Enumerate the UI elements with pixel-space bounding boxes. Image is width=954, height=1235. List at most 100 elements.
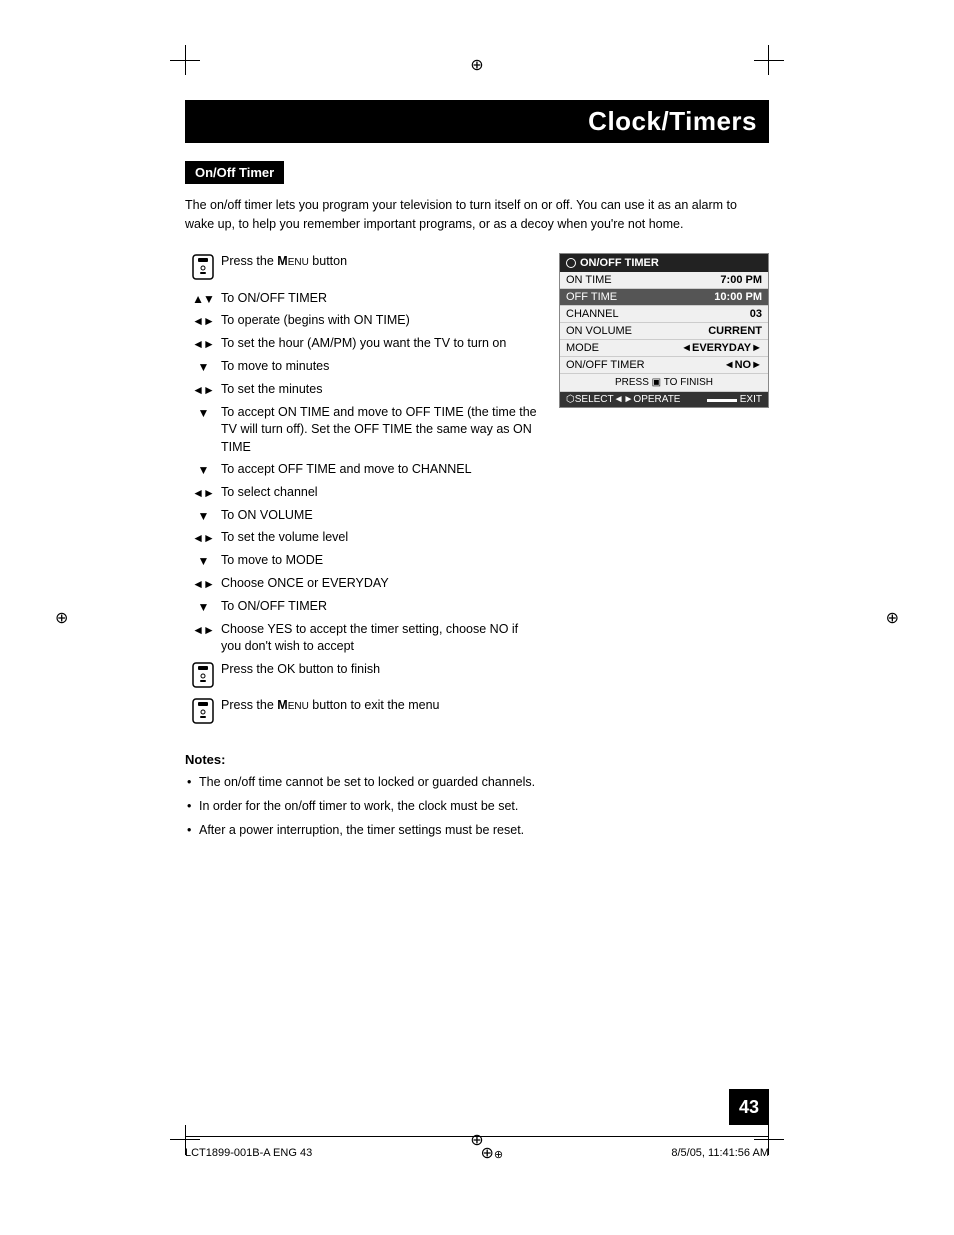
notes-title: Notes: [185,752,769,767]
instruction-text-16: Press the MENU button to exit the menu [221,697,539,715]
instruction-text-12: Choose ONCE or EVERYDAY [221,575,539,593]
down-arrow-icon: ▼ [198,360,209,374]
reg-mark-top [470,55,483,75]
instruction-text-13: To ON/OFF TIMER [221,598,539,616]
down-arrow-icon: ▼ [198,600,209,614]
menu-value-0: 7:00 PM [720,274,762,286]
icon-remote-0 [185,253,221,285]
reg-mark-right [886,608,899,628]
menu-row-4: MODE ◄EVERYDAY► [560,340,768,357]
instruction-row-6: ▼ To accept ON TIME and move to OFF TIME… [185,404,539,457]
icon-leftright-8: ◄► [185,484,221,502]
reg-mark-left [55,608,68,628]
page-number: 43 [729,1089,769,1125]
instruction-row-13: ▼ To ON/OFF TIMER [185,598,539,616]
menu-label-1: OFF TIME [566,291,617,303]
instruction-row-5: ◄► To set the minutes [185,381,539,399]
instruction-row-15: Press the OK button to finish [185,661,539,693]
instruction-text-6: To accept ON TIME and move to OFF TIME (… [221,404,539,457]
menu-row-2: CHANNEL 03 [560,306,768,323]
page-number-text: 43 [739,1097,759,1118]
instruction-text-0: Press the MENU button [221,253,539,271]
menu-value-1: 10:00 PM [714,291,762,303]
menu-circle-icon [566,258,576,268]
menu-label-2: CHANNEL [566,308,619,320]
menu-label-5: ON/OFF TIMER [566,359,645,371]
crop-mark [185,45,186,75]
leftright-arrow-icon: ◄► [192,531,214,545]
instruction-text-7: To accept OFF TIME and move to CHANNEL [221,461,539,479]
leftright-arrow-icon: ◄► [192,623,214,637]
icon-leftright-2: ◄► [185,312,221,330]
instruction-row-4: ▼ To move to minutes [185,358,539,376]
note-item-1: In order for the on/off timer to work, t… [185,797,769,816]
leftright-arrow-icon: ◄► [192,486,214,500]
down-arrow-icon: ▼ [198,463,209,477]
instruction-text-8: To select channel [221,484,539,502]
icon-down-13: ▼ [185,598,221,616]
menu-value-3: CURRENT [708,325,762,337]
note-item-2: After a power interruption, the timer se… [185,821,769,840]
instruction-row-7: ▼ To accept OFF TIME and move to CHANNEL [185,461,539,479]
leftright-arrow-icon: ◄► [192,314,214,328]
instructions-wrapper: Press the MENU button ▲▼ To ON/OFF TIMER… [185,253,769,734]
content-area: Clock/Timers On/Off Timer The on/off tim… [185,100,769,1125]
instruction-row-16: Press the MENU button to exit the menu [185,697,539,729]
footer-reg-mark: ⊕ [480,1143,503,1163]
menu-nav-exit: ▬▬▬ EXIT [707,394,762,405]
down-arrow-icon: ▼ [198,406,209,420]
menu-row-0: ON TIME 7:00 PM [560,272,768,289]
menu-row-3: ON VOLUME CURRENT [560,323,768,340]
instruction-text-10: To set the volume level [221,529,539,547]
section-title-text: On/Off Timer [195,165,274,180]
icon-down-11: ▼ [185,552,221,570]
leftright-arrow-icon: ◄► [192,577,214,591]
instruction-row-12: ◄► Choose ONCE or EVERYDAY [185,575,539,593]
instruction-row-1: ▲▼ To ON/OFF TIMER [185,290,539,308]
menu-press-text: PRESS ▣ TO FINISH [615,377,713,388]
instruction-row-3: ◄► To set the hour (AM/PM) you want the … [185,335,539,353]
instruction-row-9: ▼ To ON VOLUME [185,507,539,525]
instruction-text-2: To operate (begins with ON TIME) [221,312,539,330]
icon-leftright-5: ◄► [185,381,221,399]
instruction-text-15: Press the OK button to finish [221,661,539,679]
instruction-text-1: To ON/OFF TIMER [221,290,539,308]
menu-label-0: ON TIME [566,274,612,286]
menu-value-2: 03 [750,308,762,320]
menu-label-4: MODE [566,342,599,354]
instruction-row-10: ◄► To set the volume level [185,529,539,547]
icon-remote-15 [185,661,221,693]
leftright-arrow-icon: ◄► [192,383,214,397]
on-screen-menu: ON/OFF TIMER ON TIME 7:00 PM OFF TIME 10… [559,253,769,408]
instruction-text-9: To ON VOLUME [221,507,539,525]
instruction-text-3: To set the hour (AM/PM) you want the TV … [221,335,539,353]
down-arrow-icon: ▼ [198,509,209,523]
icon-remote-16 [185,697,221,729]
intro-paragraph: The on/off timer lets you program your t… [185,196,769,235]
instruction-row-8: ◄► To select channel [185,484,539,502]
instruction-text-4: To move to minutes [221,358,539,376]
instruction-row-11: ▼ To move to MODE [185,552,539,570]
menu-press-finish: PRESS ▣ TO FINISH [560,374,768,392]
crop-mark [768,45,769,75]
note-item-0: The on/off time cannot be set to locked … [185,773,769,792]
footer-left: LCT1899-001B-A ENG 43 [185,1147,312,1159]
instruction-row-2: ◄► To operate (begins with ON TIME) [185,312,539,330]
icon-updown-1: ▲▼ [185,290,221,308]
instruction-text-14: Choose YES to accept the timer setting, … [221,621,539,656]
footer: LCT1899-001B-A ENG 43 ⊕ 8/5/05, 11:41:56… [185,1136,769,1163]
instruction-text-11: To move to MODE [221,552,539,570]
icon-leftright-14: ◄► [185,621,221,639]
menu-nav-row: ⬡SELECT◄►OPERATE ▬▬▬ EXIT [560,392,768,407]
menu-value-5: ◄NO► [724,359,762,371]
notes-section: Notes: The on/off time cannot be set to … [185,752,769,839]
icon-leftright-12: ◄► [185,575,221,593]
crop-mark [754,60,784,61]
down-arrow-icon: ▼ [198,554,209,568]
leftright-arrow-icon: ◄► [192,337,214,351]
section-header: On/Off Timer [185,161,284,184]
icon-down-6: ▼ [185,404,221,422]
icon-leftright-3: ◄► [185,335,221,353]
instruction-row-0: Press the MENU button [185,253,539,285]
menu-row-1: OFF TIME 10:00 PM [560,289,768,306]
